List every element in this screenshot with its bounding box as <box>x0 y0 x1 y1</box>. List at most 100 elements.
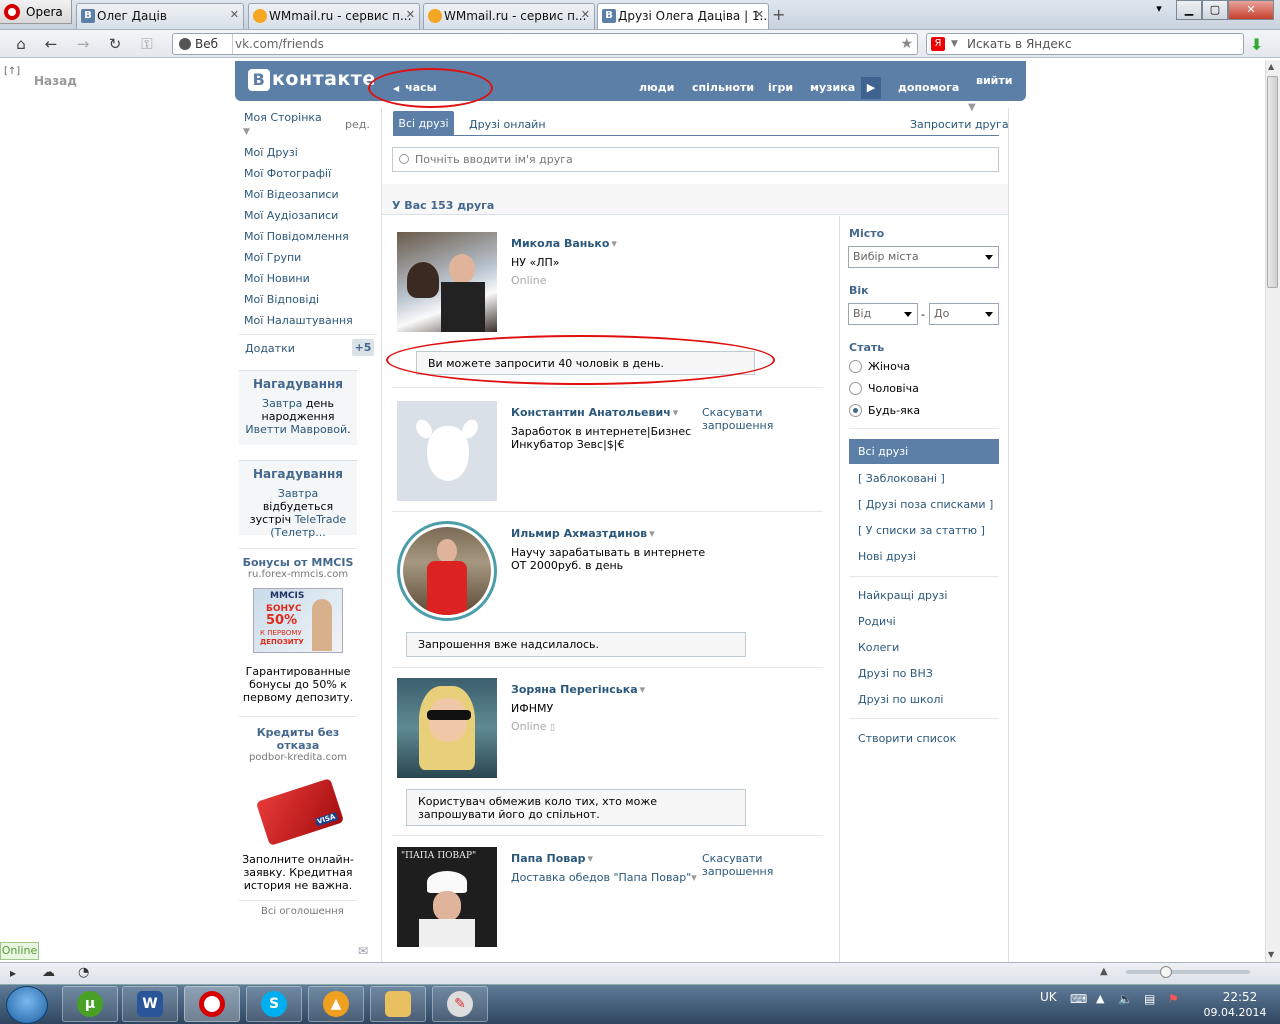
keyboard-icon[interactable]: ⌨ <box>1070 992 1087 1006</box>
panel-toggle-icon[interactable]: ▸ <box>10 966 16 980</box>
web-badge[interactable]: Веб <box>177 34 233 54</box>
ad-credit[interactable]: Кредиты без отказа podbor-kredita.com VI… <box>239 726 357 892</box>
nav-my-answers[interactable]: Мої Відповіді <box>244 293 319 306</box>
close-tab-icon[interactable]: ✕ <box>406 8 415 21</box>
friend-photo-placeholder[interactable] <box>397 401 497 501</box>
nav-my-photos[interactable]: Мої Фотографії <box>244 167 331 180</box>
tray-arrow-icon[interactable]: ▲ <box>1096 992 1104 1005</box>
download-icon[interactable]: ⬇ <box>1250 35 1268 54</box>
tab-wmmail-1[interactable]: WMmail.ru - сервис п... ✕ <box>248 3 420 29</box>
list-colleagues[interactable]: Колеги <box>858 641 899 654</box>
ad-banner-image[interactable]: VISA <box>253 778 345 846</box>
ad-title[interactable]: Кредиты без отказа <box>239 726 357 752</box>
friend-photo[interactable] <box>397 678 497 778</box>
ad-mmcis[interactable]: Бонусы от MMCIS ru.forex-mmcis.com MMCIS… <box>239 556 357 704</box>
nav-my-friends[interactable]: Мої Друзі <box>244 146 298 159</box>
minimize-icon[interactable]: ▁ <box>1176 0 1202 20</box>
logout-link[interactable]: вийти <box>976 74 1012 87</box>
scroll-up-icon[interactable]: ▲ <box>1268 62 1274 71</box>
network-icon[interactable]: ▤ <box>1144 992 1155 1006</box>
taskbar-paint[interactable]: ✎ <box>432 986 488 1022</box>
tab-menu-icon[interactable]: ▾ <box>1150 0 1168 20</box>
list-relatives[interactable]: Родичі <box>858 615 896 628</box>
close-window-icon[interactable]: ✕ <box>1228 0 1274 20</box>
sex-female-label[interactable]: Жіноча <box>868 360 910 373</box>
tray-language[interactable]: UK <box>1040 990 1057 1004</box>
sex-any-label[interactable]: Будь-яка <box>868 404 920 417</box>
address-bar[interactable]: Веб vk.com/friends ★ <box>172 33 918 55</box>
nav-my-videos[interactable]: Мої Відеозаписи <box>244 188 339 201</box>
create-list-link[interactable]: Створити список <box>858 732 956 745</box>
cancel-invite-link[interactable]: Скасувати запрошення <box>702 406 782 432</box>
nav-my-audio[interactable]: Мої Аудіозаписи <box>244 209 338 222</box>
taskbar-word[interactable]: W <box>122 986 178 1022</box>
taskbar-explorer[interactable] <box>370 986 426 1022</box>
tab-friends-online[interactable]: Друзі онлайн <box>469 118 546 131</box>
apps-badge[interactable]: +5 <box>352 339 374 356</box>
nav-my-groups[interactable]: Мої Групи <box>244 251 301 264</box>
friend-photo[interactable] <box>397 232 497 332</box>
zoom-slider[interactable] <box>1126 970 1250 974</box>
windows-start-icon[interactable] <box>6 986 48 1024</box>
zoom-slider-knob[interactable] <box>1160 966 1172 978</box>
taskbar-utorrent[interactable]: µ <box>62 986 118 1022</box>
sex-radio-any[interactable] <box>849 404 862 417</box>
back-arrow-icon[interactable]: ← <box>42 35 60 53</box>
nav-music[interactable]: музика <box>810 81 855 94</box>
tab-all-friends[interactable]: Всі друзі <box>393 111 454 136</box>
tab-friends[interactable]: В Друзі Олега Даціва | 1... ✕ <box>597 3 769 29</box>
home-icon[interactable]: ⌂ <box>12 35 30 53</box>
sex-radio-male[interactable] <box>849 382 862 395</box>
forward-arrow-icon[interactable]: → <box>74 35 92 53</box>
volume-icon[interactable]: 🔈 <box>1118 992 1133 1006</box>
taskbar-skype[interactable]: S <box>246 986 302 1022</box>
ad-text[interactable]: Гарантированные бонусы до 50% к первому … <box>239 665 357 704</box>
close-tab-icon[interactable]: ✕ <box>230 8 239 21</box>
dropdown-icon[interactable]: ▾ <box>691 871 697 884</box>
nav-my-settings[interactable]: Мої Налаштування <box>244 314 353 327</box>
reminder-link[interactable]: Завтра <box>262 397 302 410</box>
sex-male-label[interactable]: Чоловіча <box>868 382 919 395</box>
nav-my-messages[interactable]: Мої Повідомлення <box>244 230 349 243</box>
age-to-select[interactable]: До <box>929 303 999 325</box>
friend-name[interactable]: Ильмир Ахмазтдинов <box>511 527 655 540</box>
friend-name[interactable]: Зоряна Перегінська <box>511 683 645 696</box>
list-university[interactable]: Друзі по ВНЗ <box>858 667 933 680</box>
vk-logo[interactable]: Вконтакте <box>248 68 376 91</box>
friend-name[interactable]: Папа Повар <box>511 852 593 865</box>
zoom-out-icon[interactable]: ▲ <box>1100 966 1108 977</box>
taskbar-opera[interactable] <box>184 986 240 1022</box>
speed-dial-icon[interactable]: ◔ <box>78 965 89 980</box>
back-link[interactable]: Назад <box>34 74 77 88</box>
taskbar-time[interactable]: 22:52 <box>1212 990 1268 1004</box>
cancel-invite-link[interactable]: Скасувати запрошення <box>702 852 782 878</box>
nav-communities[interactable]: спільноти <box>692 81 754 94</box>
flag-icon[interactable]: ⚑ <box>1168 992 1179 1006</box>
maximize-icon[interactable]: ▢ <box>1202 0 1228 20</box>
reload-icon[interactable]: ↻ <box>106 35 124 53</box>
nav-help[interactable]: допомога <box>898 81 959 94</box>
age-from-select[interactable]: Від <box>848 303 918 325</box>
all-ads-link[interactable]: Всі оголошення <box>261 906 344 917</box>
list-school[interactable]: Друзі по школі <box>858 693 943 706</box>
nav-people[interactable]: люди <box>639 81 674 94</box>
list-blocked[interactable]: [ Заблоковані ] <box>858 472 945 485</box>
ad-title[interactable]: Бонусы от MMCIS <box>239 556 357 569</box>
scrollbar-thumb[interactable] <box>1267 76 1278 288</box>
list-by-sex[interactable]: [ У списки за статтю ] <box>858 524 985 537</box>
back-top-icon[interactable]: [↑] <box>4 66 20 77</box>
taskbar-date[interactable]: 09.04.2014 <box>1200 1006 1270 1019</box>
friend-photo[interactable]: "ПАПА ПОВАР" <box>397 847 497 947</box>
url-text[interactable]: vk.com/friends <box>235 34 324 54</box>
scroll-down-icon[interactable]: ▼ <box>1268 950 1274 959</box>
nav-apps[interactable]: Додатки <box>245 342 295 355</box>
friend-name[interactable]: Константин Анатольевич <box>511 406 678 419</box>
my-page-dropdown-icon[interactable]: ▼ <box>243 127 250 137</box>
reminder-link[interactable]: Завтра <box>278 487 318 500</box>
taskbar-aimp[interactable]: ▲ <box>308 986 364 1022</box>
list-best-friends[interactable]: Найкращі друзі <box>858 589 947 602</box>
city-select[interactable]: Вибір міста <box>848 246 999 268</box>
tab-oleg[interactable]: В Олег Даців ✕ <box>76 3 244 29</box>
friend-photo[interactable] <box>397 521 497 621</box>
list-all-friends[interactable]: Всі друзі <box>849 439 999 464</box>
